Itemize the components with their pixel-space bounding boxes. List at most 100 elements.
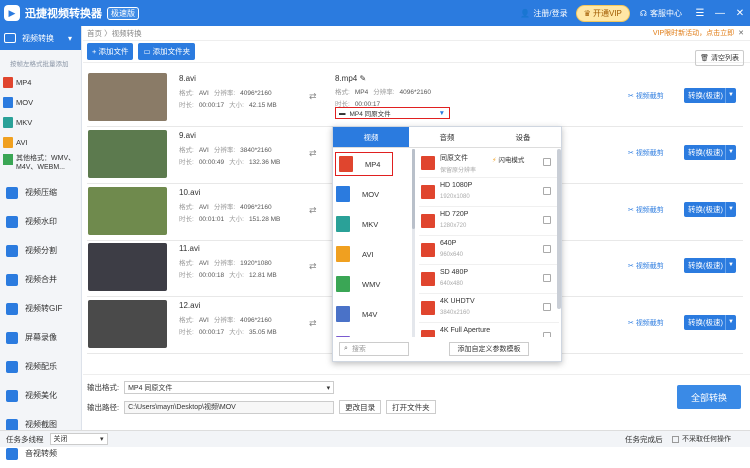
tool-icon [6, 360, 18, 373]
preset-scrollbar[interactable] [557, 149, 561, 309]
output-format-select[interactable]: MP4 同原文件 ▾ [124, 381, 335, 394]
multi-thread-select[interactable]: 关闭 ▾ [49, 433, 108, 445]
convert-button[interactable]: 转换(极速) ▼ [684, 145, 736, 160]
scroll-thumb[interactable] [412, 149, 415, 229]
chevron-down-icon[interactable]: ▼ [725, 202, 736, 217]
output-file-name: 8.mp4 ✎ [335, 74, 367, 83]
add-folder-button[interactable]: ▭ 添加文件夹 [138, 43, 196, 60]
add-custom-preset-button[interactable]: 添加自定义参数模板 [449, 342, 529, 356]
video-trim-button[interactable]: ✂ 视频截剪 [628, 205, 664, 215]
open-folder-button[interactable]: 打开文件夹 [386, 400, 436, 414]
popup-format-item[interactable]: M4V [333, 299, 413, 329]
add-file-button[interactable]: + 添加文件 [87, 43, 134, 60]
file-name: 10.avi [179, 188, 201, 197]
chevron-down-icon[interactable]: ▼ [725, 315, 736, 330]
preset-item[interactable]: SD 480P 640x480 [419, 265, 559, 294]
edit-icon[interactable]: ✎ [359, 74, 366, 83]
video-trim-button[interactable]: ✂ 视频截剪 [628, 91, 664, 101]
convert-all-button[interactable]: 全部转换 [677, 385, 741, 409]
multi-thread-label: 任务多线程 [6, 434, 44, 444]
popup-format-item[interactable]: MP4 [335, 152, 393, 176]
file-meta-format: 格式: AVI 分辨率: 1920*1080 [179, 260, 272, 267]
edit-preset-icon[interactable] [543, 274, 551, 282]
preset-item[interactable]: HD 720P 1280x720 [419, 207, 559, 236]
edit-preset-icon[interactable] [543, 158, 551, 166]
format-search-input[interactable]: ⌕ 搜索 [339, 342, 409, 356]
video-trim-button[interactable]: ✂ 视频截剪 [628, 261, 664, 271]
file-format-icon [336, 336, 350, 337]
sidebar-item-3[interactable]: 视频合并 [0, 265, 81, 294]
preset-item[interactable]: HD 1080P 1920x1080 [419, 178, 559, 207]
chevron-down-icon[interactable]: ▼ [725, 88, 736, 103]
sidebar-item-0[interactable]: 视频压缩 [0, 178, 81, 207]
mp4-icon [3, 76, 13, 88]
file-row[interactable]: 8.avi 格式: AVI 分辨率: 4096*2160 时长: 00:00:17 大小:… [87, 71, 743, 127]
convert-button[interactable]: 转换(极速) ▼ [684, 202, 736, 217]
quick-format-avi[interactable]: AVI [3, 132, 41, 152]
convert-button[interactable]: 转换(极速) ▼ [684, 88, 736, 103]
popup-format-item[interactable]: MKV [333, 209, 413, 239]
output-format-dropdown[interactable]: ▬ MP4 同原文件 ▼ [335, 107, 450, 119]
sidebar-item-1[interactable]: 视频水印 [0, 207, 81, 236]
minimize-icon[interactable]: — [713, 8, 727, 19]
convert-arrow-icon: ⇄ [309, 148, 317, 158]
video-thumbnail [88, 130, 167, 178]
quick-format-other[interactable]: 其他格式：WMV、M4V、WEBM... [0, 152, 81, 178]
quick-format-mp4[interactable]: MP4 [3, 72, 41, 92]
preset-item[interactable]: 同原文件 保留原分辨率 ⚡ 闪电模式 [419, 149, 559, 178]
sidebar-item-video-convert[interactable]: 视频转换 ▾ [0, 26, 81, 50]
popup-list-scrollbar[interactable] [412, 149, 415, 337]
quick-format-mkv[interactable]: MKV [3, 112, 41, 132]
sidebar: 视频转换 ▾ 按帧左格式批量添加 MP4 MOV MKV AVI 其他格式：WM… [0, 26, 82, 460]
promo-notice[interactable]: VIP限时新活动，点击立即 ✕ [653, 28, 744, 38]
sidebar-note: 按帧左格式批量添加 [10, 61, 69, 68]
login-link[interactable]: 👤 注册/登录 [520, 8, 567, 19]
popup-format-item[interactable]: WMV [333, 269, 413, 299]
sidebar-item-5[interactable]: 屏幕录像 [0, 323, 81, 352]
sidebar-item-6[interactable]: 视频配乐 [0, 352, 81, 381]
popup-format-item[interactable]: MOV [333, 179, 413, 209]
popup-tab-1[interactable]: 音频 [409, 127, 485, 147]
video-icon: ▬ [339, 109, 346, 117]
preset-video-icon [421, 301, 435, 315]
convert-button[interactable]: 转换(极速) ▼ [684, 258, 736, 273]
menu-icon[interactable]: ☰ [693, 8, 707, 19]
edit-preset-icon[interactable] [543, 245, 551, 253]
sidebar-item-2[interactable]: 视频分割 [0, 236, 81, 265]
file-meta-duration: 时长: 00:00:17 大小: 42.15 MB [179, 102, 277, 109]
output-meta-format: 格式: MP4 分辨率: 4096*2160 [335, 89, 431, 96]
quick-format-mov[interactable]: MOV [3, 92, 41, 112]
popup-tab-0[interactable]: 视频 [333, 127, 409, 147]
status-bar: 任务多线程 关闭 ▾ 任务完成后 不采取任何操作 [0, 430, 750, 447]
vip-button[interactable]: ♛ 开通VIP [575, 4, 630, 22]
edit-preset-icon[interactable] [543, 187, 551, 195]
chevron-down-icon[interactable]: ▼ [725, 258, 736, 273]
output-path-field[interactable]: C:\Users\mayn\Desktop\视频\MOV [124, 400, 335, 414]
sidebar-item-4[interactable]: 视频转GIF [0, 294, 81, 323]
convert-button[interactable]: 转换(极速) ▼ [684, 315, 736, 330]
edit-preset-icon[interactable] [543, 216, 551, 224]
app-logo-icon: ▶ [4, 5, 20, 21]
change-directory-button[interactable]: 更改目录 [339, 400, 382, 414]
close-icon[interactable]: ✕ [738, 30, 744, 37]
preset-video-icon [421, 185, 435, 199]
close-icon[interactable]: ✕ [733, 8, 747, 19]
preset-item[interactable]: 640P 960x640 [419, 236, 559, 265]
file-name: 11.avi [179, 244, 200, 253]
preset-item[interactable]: 4K Full Aperture [419, 323, 559, 337]
mkv-icon [3, 116, 13, 128]
chevron-down-icon[interactable]: ▼ [725, 145, 736, 160]
preset-item[interactable]: 4K UHDTV 3840x2160 [419, 294, 559, 323]
video-trim-button[interactable]: ✂ 视频截剪 [628, 148, 664, 158]
service-link[interactable]: ☊ 客服中心 [640, 8, 682, 19]
popup-format-item[interactable]: AVI [333, 239, 413, 269]
edit-preset-icon[interactable] [543, 332, 551, 337]
edit-preset-icon[interactable] [543, 303, 551, 311]
after-task-checkbox[interactable]: 不采取任何操作 [672, 434, 731, 444]
user-icon: 👤 [520, 8, 531, 18]
popup-tab-2[interactable]: 设备 [485, 127, 561, 147]
sidebar-item-7[interactable]: 视频美化 [0, 381, 81, 410]
video-trim-button[interactable]: ✂ 视频截剪 [628, 318, 664, 328]
clear-list-button[interactable]: 🗑 清空列表 [695, 50, 744, 66]
popup-format-item[interactable]: MPG [333, 329, 413, 337]
